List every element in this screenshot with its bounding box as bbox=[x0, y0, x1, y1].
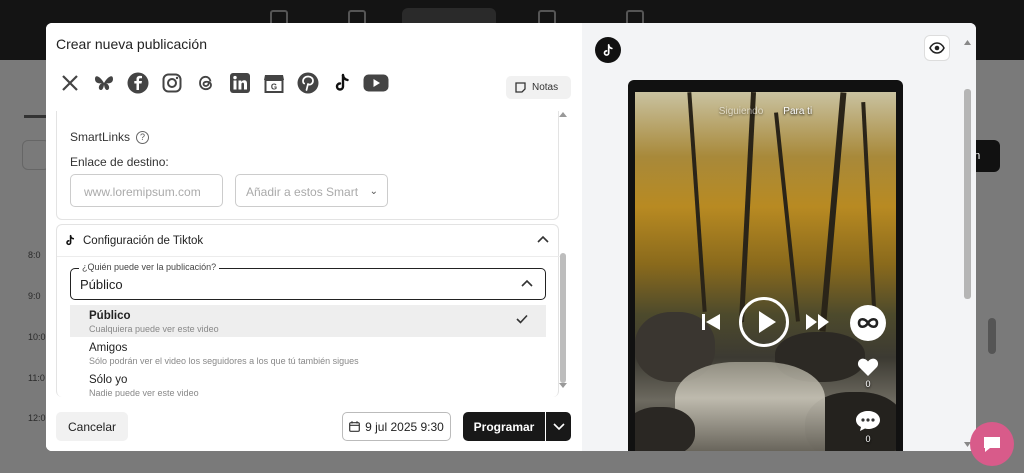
visibility-option-only-me[interactable]: Sólo yo Nadie puede ver este video bbox=[70, 369, 546, 397]
smartlinks-add-placeholder: Añadir a estos Smart bbox=[246, 185, 359, 199]
river bbox=[675, 362, 825, 451]
tiktok-preview-badge bbox=[595, 37, 621, 63]
smartlinks-title: SmartLinks ? bbox=[70, 130, 150, 144]
notes-label: Notas bbox=[532, 82, 559, 93]
divider bbox=[57, 256, 560, 257]
time-label: 8:0 bbox=[28, 250, 41, 260]
visibility-select-label: ¿Quién puede ver la publicación? bbox=[79, 262, 220, 272]
svg-text:G: G bbox=[270, 83, 276, 92]
youtube-icon[interactable] bbox=[362, 70, 389, 96]
comment-counter[interactable]: 0 bbox=[855, 410, 881, 444]
option-label: Público bbox=[89, 310, 131, 322]
tiktok-icon bbox=[66, 234, 75, 246]
editor-scrollbar[interactable] bbox=[560, 253, 566, 383]
editor-scroll-area[interactable]: SmartLinks ? Enlace de destino: www.lore… bbox=[56, 111, 564, 397]
scroll-up-icon[interactable] bbox=[964, 39, 971, 45]
option-label: Sólo yo bbox=[89, 374, 128, 386]
tab-for-you: Para ti bbox=[783, 106, 813, 117]
background-scrollbar bbox=[988, 318, 996, 354]
like-count: 0 bbox=[865, 379, 871, 389]
create-post-modal: Crear nueva publicación G Notas SmartLin… bbox=[46, 23, 976, 451]
schedule-date-button[interactable]: 9 jul 2025 9:30 bbox=[342, 412, 451, 441]
chevron-up-icon bbox=[521, 279, 533, 287]
calendar-icon bbox=[349, 421, 361, 432]
cancel-button[interactable]: Cancelar bbox=[56, 412, 128, 441]
previous-icon[interactable] bbox=[701, 313, 721, 331]
eye-icon bbox=[929, 42, 945, 54]
preview-feed-tabs: Siguiendo Para ti bbox=[635, 106, 896, 117]
like-counter[interactable]: 0 bbox=[857, 357, 879, 389]
scrollbar-thumb[interactable] bbox=[964, 89, 971, 299]
schedule-date-label: 9 jul 2025 9:30 bbox=[365, 419, 444, 434]
schedule-options-button[interactable] bbox=[546, 412, 571, 441]
support-chat-button[interactable] bbox=[970, 422, 1014, 466]
smartlinks-section: SmartLinks ? Enlace de destino: www.lore… bbox=[56, 111, 559, 220]
chevron-up-icon[interactable] bbox=[537, 235, 549, 243]
modal-title: Crear nueva publicación bbox=[56, 36, 207, 52]
preview-toggle-button[interactable] bbox=[924, 35, 950, 61]
chevron-down-icon: ⌄ bbox=[369, 186, 378, 197]
social-network-selector: G bbox=[56, 70, 389, 96]
facebook-icon[interactable] bbox=[124, 70, 151, 96]
phone-preview: Siguiendo Para ti 0 0 bbox=[628, 80, 903, 451]
instagram-icon[interactable] bbox=[158, 70, 185, 96]
google-business-icon[interactable]: G bbox=[260, 70, 287, 96]
note-icon bbox=[515, 82, 526, 93]
visibility-select-value: Público bbox=[80, 277, 123, 292]
visibility-option-friends[interactable]: Amigos Sólo podrán ver el video los segu… bbox=[70, 337, 546, 369]
time-label: 12:0 bbox=[28, 413, 46, 423]
check-icon bbox=[516, 314, 528, 324]
smartlinks-title-text: SmartLinks bbox=[70, 130, 131, 144]
tiktok-config-header[interactable]: Configuración de Tiktok bbox=[64, 234, 203, 247]
scroll-down-icon[interactable] bbox=[559, 383, 567, 389]
chat-icon bbox=[984, 437, 1000, 452]
pinterest-icon[interactable] bbox=[294, 70, 321, 96]
visibility-dropdown: Público Cualquiera puede ver este video … bbox=[70, 305, 546, 397]
tiktok-icon[interactable] bbox=[328, 70, 355, 96]
option-description: Sólo podrán ver el video los seguidores … bbox=[89, 356, 359, 366]
x-icon[interactable] bbox=[56, 70, 83, 96]
time-label: 10:0 bbox=[28, 332, 46, 342]
comment-icon bbox=[856, 411, 880, 431]
tiktok-icon bbox=[603, 43, 613, 56]
threads-icon[interactable] bbox=[192, 70, 219, 96]
destination-link-label: Enlace de destino: bbox=[70, 155, 169, 169]
visibility-select[interactable]: ¿Quién puede ver la publicación? Público bbox=[70, 262, 546, 300]
tab-following: Siguiendo bbox=[718, 106, 764, 117]
destination-url-input[interactable]: www.loremipsum.com bbox=[70, 174, 223, 207]
preview-panel: Siguiendo Para ti 0 0 bbox=[582, 23, 976, 451]
visibility-option-public[interactable]: Público Cualquiera puede ver este video bbox=[70, 305, 546, 337]
tiktok-config-title: Configuración de Tiktok bbox=[83, 234, 204, 247]
linkedin-icon[interactable] bbox=[226, 70, 253, 96]
play-icon[interactable] bbox=[739, 297, 789, 347]
modal-footer: Cancelar 9 jul 2025 9:30 Programar bbox=[46, 403, 582, 451]
help-icon[interactable]: ? bbox=[136, 130, 150, 144]
comment-count: 0 bbox=[865, 434, 871, 444]
chevron-down-icon bbox=[552, 422, 565, 430]
bluesky-icon[interactable] bbox=[90, 70, 117, 96]
scroll-up-icon[interactable] bbox=[559, 111, 567, 117]
option-description: Nadie puede ver este video bbox=[89, 388, 199, 397]
editor-panel: Crear nueva publicación G Notas SmartLin… bbox=[46, 23, 582, 451]
tiktok-config-section: Configuración de Tiktok ¿Quién puede ver… bbox=[56, 224, 560, 397]
heart-icon bbox=[857, 358, 879, 376]
video-thumbnail: Siguiendo Para ti 0 0 bbox=[635, 92, 896, 451]
preview-scrollbar[interactable] bbox=[964, 37, 971, 447]
time-label: 9:0 bbox=[28, 291, 41, 301]
option-label: Amigos bbox=[89, 342, 128, 354]
schedule-button[interactable]: Programar bbox=[463, 412, 545, 441]
option-description: Cualquiera puede ver este video bbox=[89, 324, 219, 334]
smartlinks-add-select[interactable]: Añadir a estos Smart ⌄ bbox=[235, 174, 388, 207]
fast-forward-icon[interactable] bbox=[805, 313, 831, 331]
time-label: 11:0 bbox=[28, 373, 45, 383]
notes-button[interactable]: Notas bbox=[506, 76, 571, 99]
loop-icon[interactable] bbox=[850, 305, 886, 341]
